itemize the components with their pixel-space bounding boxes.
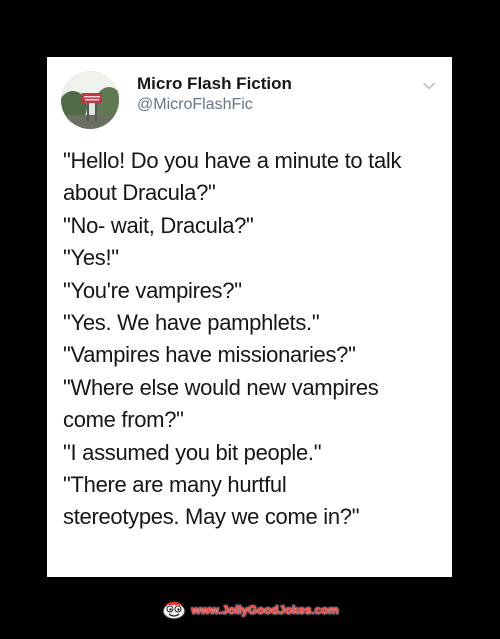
tweet-line: about Dracula?" [63, 180, 216, 206]
chevron-down-icon[interactable] [422, 79, 436, 93]
tweet-line: "No- wait, Dracula?" [63, 212, 254, 238]
tweet-text: "Hello! Do you have a minute to talk abo… [63, 145, 443, 534]
tweet-line: "There are many hurtful [63, 472, 287, 498]
tweet-line: "Hello! Do you have a minute to talk [63, 148, 402, 173]
watermark[interactable]: www.JollyGoodJokes.com [161, 600, 339, 620]
tweet-line: come from?" [63, 407, 184, 433]
display-name[interactable]: Micro Flash Fiction [137, 73, 292, 94]
avatar[interactable] [61, 71, 119, 129]
tweet-line: "Yes. We have pamphlets." [63, 310, 320, 336]
jolly-mascot-logo-icon [162, 601, 186, 620]
tweet-line: "Vampires have missionaries?" [63, 342, 356, 368]
tweet-line: stereotypes. May we come in?" [63, 504, 360, 530]
tweet-line: "I assumed you bit people." [63, 439, 322, 465]
tweet-line: "You're vampires?" [63, 277, 242, 303]
watermark-url[interactable]: www.JollyGoodJokes.com [191, 603, 338, 617]
avatar-photo-icon [61, 71, 119, 129]
tweet-card: Micro Flash Fiction @MicroFlashFic "Hell… [47, 57, 452, 577]
account-names: Micro Flash Fiction @MicroFlashFic [137, 73, 292, 115]
page: Micro Flash Fiction @MicroFlashFic "Hell… [0, 0, 500, 639]
watermark-footer: www.JollyGoodJokes.com [0, 595, 500, 625]
user-handle[interactable]: @MicroFlashFic [137, 94, 292, 115]
tweet-line: "Where else would new vampires [63, 374, 379, 400]
tweet-header: Micro Flash Fiction @MicroFlashFic [61, 71, 440, 129]
tweet-line: "Yes!" [63, 245, 119, 271]
